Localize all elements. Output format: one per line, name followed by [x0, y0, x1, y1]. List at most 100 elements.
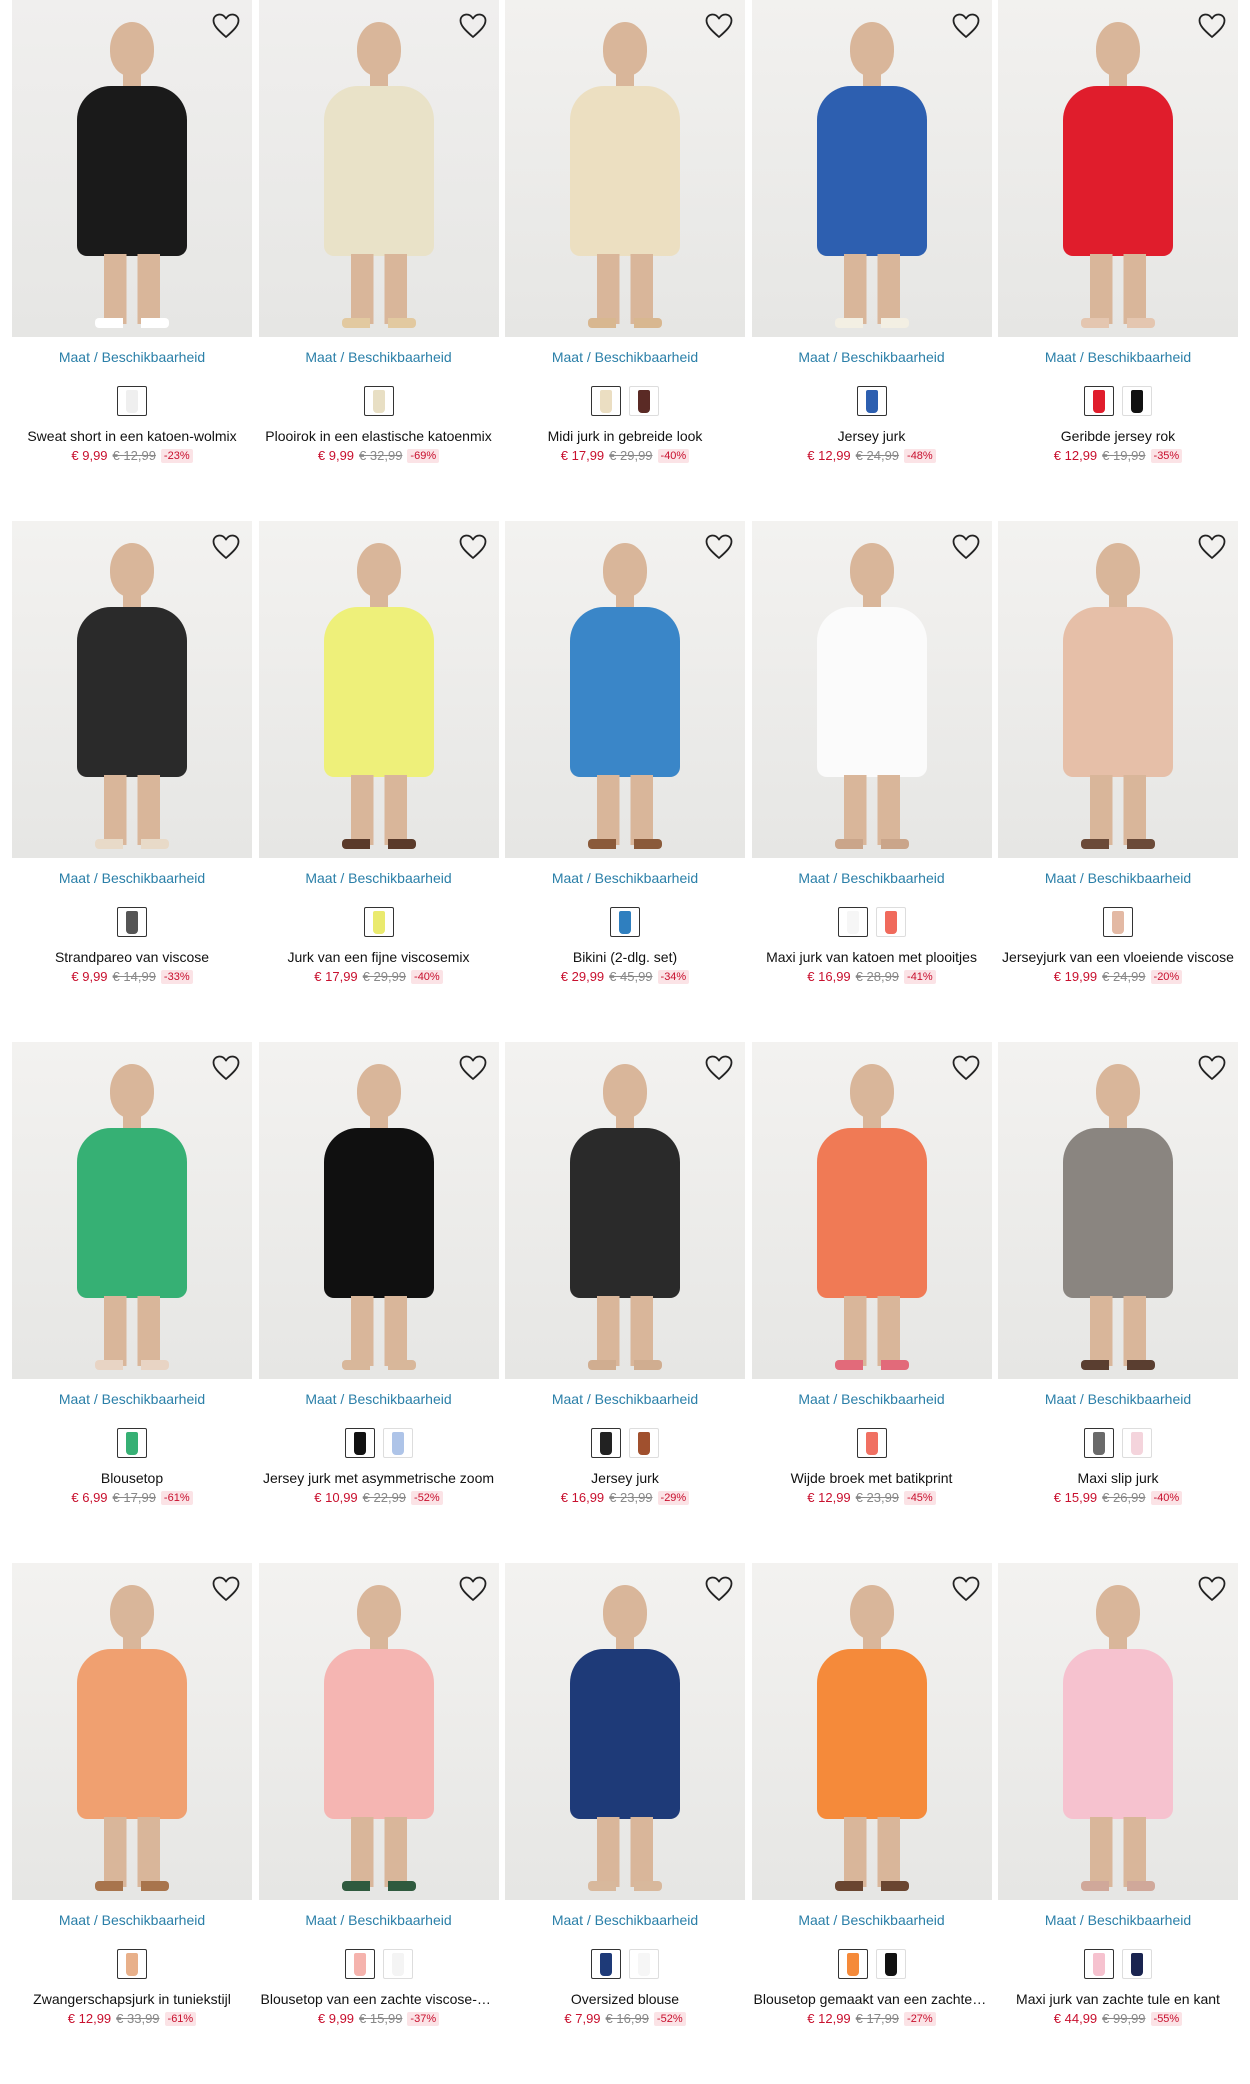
wishlist-heart-icon[interactable] [703, 531, 735, 563]
size-availability-link[interactable]: Maat / Beschikbaarheid [505, 1391, 745, 1409]
color-swatch[interactable] [117, 1428, 147, 1458]
product-image[interactable] [751, 0, 992, 337]
product-name[interactable]: Wijde broek met batikprint [752, 1470, 992, 1486]
size-availability-link[interactable]: Maat / Beschikbaarheid [998, 349, 1238, 367]
wishlist-heart-icon[interactable] [1196, 1573, 1228, 1605]
product-card[interactable]: Maat / Beschikbaarheid Zwangerschapsjurk… [12, 1563, 252, 2084]
color-swatch[interactable] [344, 1428, 375, 1458]
product-image[interactable] [998, 1042, 1238, 1379]
product-card[interactable]: Maat / Beschikbaarheid Oversized blouse … [505, 1563, 745, 2084]
size-availability-link[interactable]: Maat / Beschikbaarheid [752, 1391, 992, 1409]
color-swatch[interactable] [1084, 1428, 1114, 1458]
size-availability-link[interactable]: Maat / Beschikbaarheid [259, 870, 499, 888]
size-availability-link[interactable]: Maat / Beschikbaarheid [12, 349, 252, 367]
product-name[interactable]: Oversized blouse [505, 1991, 745, 2007]
size-availability-link[interactable]: Maat / Beschikbaarheid [12, 870, 252, 888]
product-name[interactable]: Jersey jurk met asymmetrische zoom [259, 1470, 499, 1486]
product-card[interactable]: Maat / Beschikbaarheid Geribde jersey ro… [998, 0, 1238, 521]
color-swatch[interactable] [117, 1949, 147, 1979]
wishlist-heart-icon[interactable] [703, 1573, 735, 1605]
product-card[interactable]: Maat / Beschikbaarheid Blousetop van een… [258, 1563, 499, 2084]
product-image[interactable] [505, 1042, 745, 1379]
product-name[interactable]: Blousetop van een zachte viscose-mix [259, 1991, 499, 2007]
color-swatch[interactable] [591, 386, 621, 416]
wishlist-heart-icon[interactable] [457, 1052, 489, 1084]
product-card[interactable]: Maat / Beschikbaarheid Maxi jurk van zac… [998, 1563, 1238, 2084]
size-availability-link[interactable]: Maat / Beschikbaarheid [752, 1912, 992, 1930]
product-card[interactable]: Maat / Beschikbaarheid Bikini (2-dlg. se… [505, 521, 745, 1042]
size-availability-link[interactable]: Maat / Beschikbaarheid [12, 1391, 252, 1409]
color-swatch[interactable] [1122, 1428, 1152, 1458]
size-availability-link[interactable]: Maat / Beschikbaarheid [505, 349, 745, 367]
color-swatch[interactable] [837, 1949, 868, 1979]
product-image[interactable] [258, 1042, 499, 1379]
color-swatch[interactable] [591, 1428, 621, 1458]
color-swatch[interactable] [1084, 386, 1114, 416]
wishlist-heart-icon[interactable] [210, 531, 242, 563]
wishlist-heart-icon[interactable] [1196, 1052, 1228, 1084]
product-name[interactable]: Geribde jersey rok [998, 428, 1238, 444]
size-availability-link[interactable]: Maat / Beschikbaarheid [505, 1912, 745, 1930]
color-swatch[interactable] [1122, 386, 1152, 416]
product-card[interactable]: Maat / Beschikbaarheid Wijde broek met b… [751, 1042, 992, 1563]
color-swatch[interactable] [610, 907, 640, 937]
size-availability-link[interactable]: Maat / Beschikbaarheid [998, 870, 1238, 888]
wishlist-heart-icon[interactable] [950, 531, 982, 563]
product-image[interactable] [998, 1563, 1238, 1900]
color-swatch[interactable] [382, 1428, 413, 1458]
product-image[interactable] [751, 521, 992, 858]
product-card[interactable]: Maat / Beschikbaarheid Strandpareo van v… [12, 521, 252, 1042]
color-swatch[interactable] [591, 1949, 621, 1979]
size-availability-link[interactable]: Maat / Beschikbaarheid [259, 1391, 499, 1409]
wishlist-heart-icon[interactable] [210, 1052, 242, 1084]
product-image[interactable] [12, 1042, 252, 1379]
color-swatch[interactable] [875, 1949, 906, 1979]
color-swatch[interactable] [1084, 1949, 1114, 1979]
product-card[interactable]: Maat / Beschikbaarheid Jerseyjurk van ee… [998, 521, 1238, 1042]
size-availability-link[interactable]: Maat / Beschikbaarheid [998, 1912, 1238, 1930]
size-availability-link[interactable]: Maat / Beschikbaarheid [12, 1912, 252, 1930]
product-card[interactable]: Maat / Beschikbaarheid Blousetop gemaakt… [751, 1563, 992, 2084]
color-swatch[interactable] [363, 907, 394, 937]
wishlist-heart-icon[interactable] [1196, 531, 1228, 563]
product-image[interactable] [12, 1563, 252, 1900]
wishlist-heart-icon[interactable] [210, 10, 242, 42]
product-image[interactable] [505, 0, 745, 337]
color-swatch[interactable] [117, 386, 147, 416]
wishlist-heart-icon[interactable] [703, 10, 735, 42]
product-card[interactable]: Maat / Beschikbaarheid Midi jurk in gebr… [505, 0, 745, 521]
product-card[interactable]: Maat / Beschikbaarheid Jurk van een fijn… [258, 521, 499, 1042]
product-name[interactable]: Plooirok in een elastische katoenmix [259, 428, 499, 444]
product-card[interactable]: Maat / Beschikbaarheid Jersey jurk € 16,… [505, 1042, 745, 1563]
color-swatch[interactable] [1103, 907, 1133, 937]
color-swatch[interactable] [856, 1428, 887, 1458]
color-swatch[interactable] [856, 386, 887, 416]
product-image[interactable] [12, 521, 252, 858]
color-swatch[interactable] [875, 907, 906, 937]
product-card[interactable]: Maat / Beschikbaarheid Blousetop € 6,99 … [12, 1042, 252, 1563]
wishlist-heart-icon[interactable] [457, 1573, 489, 1605]
color-swatch[interactable] [837, 907, 868, 937]
wishlist-heart-icon[interactable] [950, 1052, 982, 1084]
product-name[interactable]: Jersey jurk [505, 1470, 745, 1486]
wishlist-heart-icon[interactable] [457, 10, 489, 42]
size-availability-link[interactable]: Maat / Beschikbaarheid [259, 1912, 499, 1930]
product-name[interactable]: Maxi jurk van katoen met plooitjes [752, 949, 992, 965]
color-swatch[interactable] [629, 1949, 659, 1979]
product-image[interactable] [751, 1563, 992, 1900]
product-card[interactable]: Maat / Beschikbaarheid Sweat short in ee… [12, 0, 252, 521]
product-image[interactable] [998, 0, 1238, 337]
product-image[interactable] [258, 521, 499, 858]
size-availability-link[interactable]: Maat / Beschikbaarheid [998, 1391, 1238, 1409]
wishlist-heart-icon[interactable] [703, 1052, 735, 1084]
product-card[interactable]: Maat / Beschikbaarheid Maxi slip jurk € … [998, 1042, 1238, 1563]
product-card[interactable]: Maat / Beschikbaarheid Jersey jurk met a… [258, 1042, 499, 1563]
product-image[interactable] [505, 521, 745, 858]
color-swatch[interactable] [344, 1949, 375, 1979]
wishlist-heart-icon[interactable] [1196, 10, 1228, 42]
color-swatch[interactable] [363, 386, 394, 416]
product-name[interactable]: Maxi slip jurk [998, 1470, 1238, 1486]
wishlist-heart-icon[interactable] [457, 531, 489, 563]
product-name[interactable]: Zwangerschapsjurk in tuniekstijl [12, 1991, 252, 2007]
product-name[interactable]: Maxi jurk van zachte tule en kant [998, 1991, 1238, 2007]
